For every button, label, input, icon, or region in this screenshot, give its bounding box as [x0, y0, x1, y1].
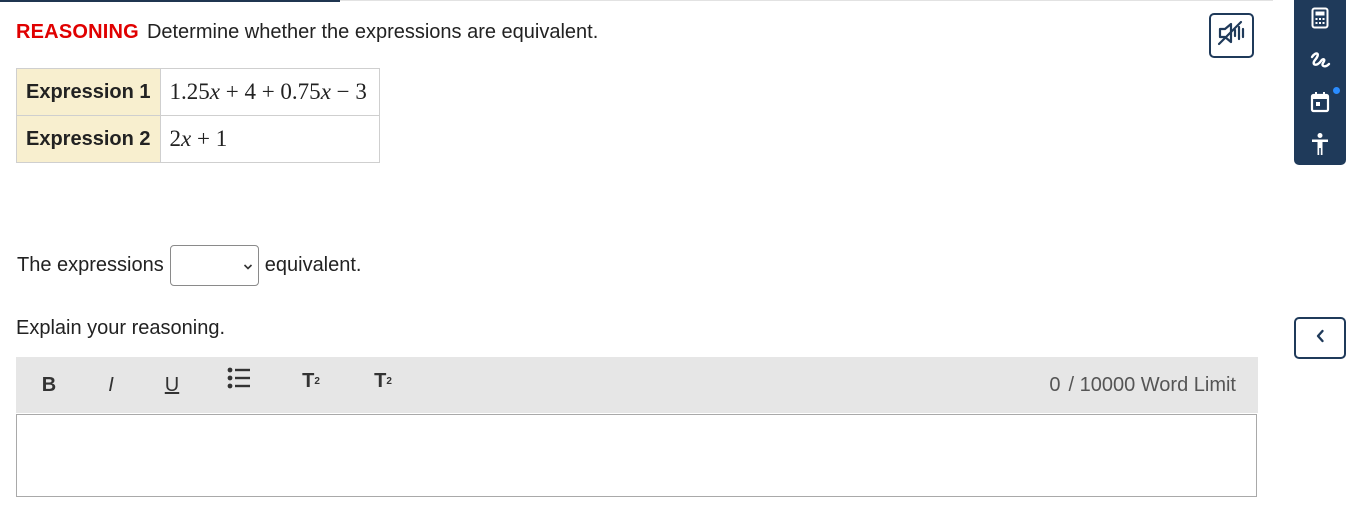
table-row: Expression 2 2x + 1	[16, 115, 380, 163]
underline-button[interactable]: U	[161, 357, 183, 413]
editor-toolbar: B I U T2 T2 0/ 10000 Word Limit	[16, 357, 1258, 413]
expressions-table: Expression 1 1.25x + 4 + 0.75x − 3 Expre…	[16, 68, 380, 163]
accessibility-icon[interactable]	[1308, 132, 1332, 156]
calculator-icon[interactable]	[1308, 6, 1332, 30]
bulleted-list-icon	[227, 367, 251, 395]
chevron-down-icon	[243, 254, 253, 277]
equivalence-select[interactable]	[169, 245, 259, 286]
tools-sidebar	[1294, 0, 1346, 165]
calendar-icon[interactable]	[1308, 90, 1332, 114]
subscript-label: T	[374, 369, 387, 392]
notification-dot	[1333, 87, 1340, 94]
explain-label: Explain your reasoning.	[16, 317, 226, 339]
answer-prefix: The expressions	[17, 254, 164, 276]
question-heading: REASONING Determine whether the expressio…	[16, 21, 598, 44]
table-row: Expression 1 1.25x + 4 + 0.75x − 3	[16, 68, 380, 116]
progress-indicator	[0, 0, 340, 2]
speaker-muted-icon	[1217, 20, 1247, 51]
expression-1-label: Expression 1	[16, 68, 161, 116]
response-editor[interactable]	[16, 414, 1257, 497]
italic-button[interactable]: I	[100, 357, 122, 413]
answer-sentence: The expressions equivalent.	[17, 245, 362, 286]
bulleted-list-button[interactable]	[226, 353, 252, 409]
word-count: 0	[1049, 373, 1061, 396]
subscript-button[interactable]: T2	[368, 353, 398, 409]
answer-suffix: equivalent.	[264, 254, 362, 276]
chevron-left-icon	[1315, 329, 1325, 348]
subscript-mark: 2	[386, 375, 392, 387]
superscript-label: T	[302, 369, 315, 392]
question-tag: REASONING	[16, 21, 139, 43]
expression-2-value: 2x + 1	[159, 115, 380, 163]
word-limit-text: / 10000 Word Limit	[1068, 373, 1237, 396]
expression-1-value: 1.25x + 4 + 0.75x − 3	[159, 68, 380, 116]
collapse-panel-button[interactable]	[1294, 317, 1346, 359]
superscript-mark: 2	[314, 375, 320, 387]
superscript-button[interactable]: T2	[298, 353, 324, 409]
question-prompt: Determine whether the expressions are eq…	[146, 21, 599, 43]
scribble-icon[interactable]	[1308, 48, 1332, 72]
word-limit-counter: 0 / 10000 Word Limit	[1049, 357, 1236, 413]
audio-toggle-button[interactable]	[1209, 13, 1254, 58]
expression-2-label: Expression 2	[16, 115, 161, 163]
bold-button[interactable]: B	[38, 357, 60, 413]
